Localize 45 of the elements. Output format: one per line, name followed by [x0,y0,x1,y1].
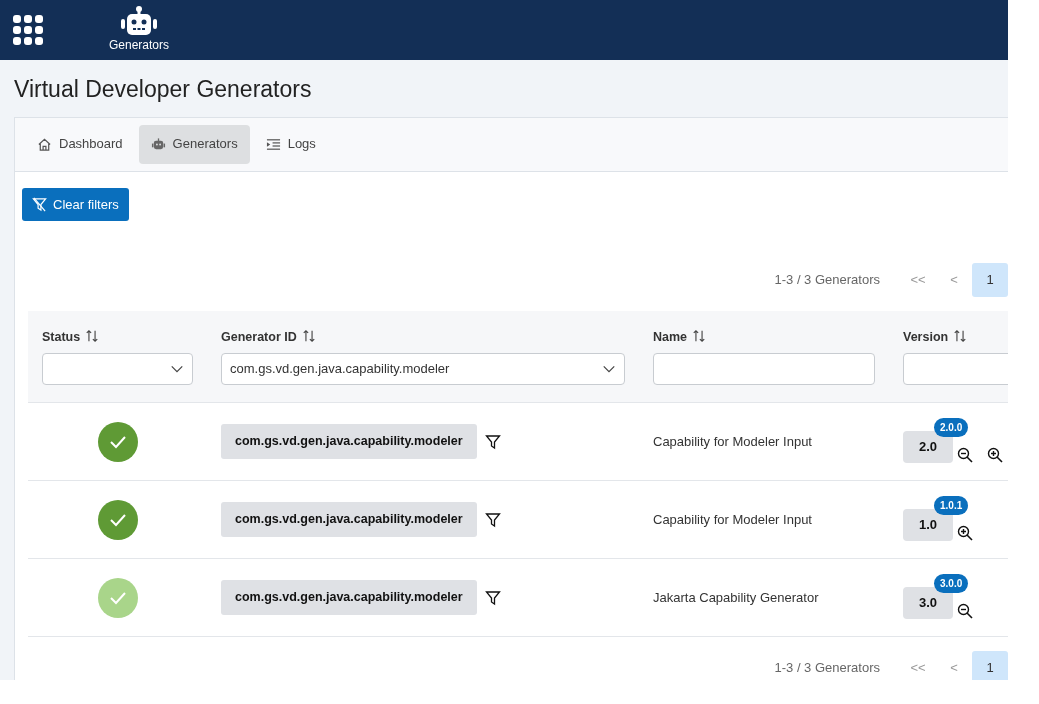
generators-nav-link[interactable]: Generators [109,6,170,54]
full-version-badge: 3.0.0 [934,573,969,593]
zoom-out-icon[interactable] [957,602,973,619]
generator-id-tag: com.gs.vd.gen.java.capability.modeler [221,424,477,459]
robot-icon [150,136,166,152]
column-header[interactable]: Generator ID [221,330,297,345]
column-header[interactable]: Version [903,330,949,345]
pagination-summary: 1-3 / 3 Generators [774,271,880,290]
column-header[interactable]: Status [42,330,81,345]
sort-icon [301,329,316,344]
nav-tab[interactable]: Dashboard [25,124,135,164]
pagination-summary: 1-3 / 3 Generators [774,659,880,678]
app-grid-icon[interactable] [13,15,43,45]
filter-off-icon [32,196,47,212]
nav-tab[interactable]: Logs [253,124,328,164]
version-tag: 3.0 [903,586,953,619]
generator-name: Capability for Modeler Input [652,511,812,527]
version-tag: 2.0 [903,430,953,463]
generator-id-tag: com.gs.vd.gen.java.capability.modeler [221,580,477,615]
sort-icon [953,329,968,344]
zoom-out-icon[interactable] [957,446,973,463]
nav-tab[interactable]: Generators [138,124,250,164]
indent-list-icon [265,136,281,152]
zoom-in-icon[interactable] [987,446,1003,463]
page-title: Virtual Developer Generators [14,76,313,104]
generator-name: Jakarta Capability Generator [652,589,819,605]
full-version-badge: 1.0.1 [934,495,969,515]
clear-filters-button[interactable]: Clear filters [22,187,129,222]
full-version-badge: 2.0.0 [934,417,969,437]
home-icon [37,136,52,152]
generator-id-tag: com.gs.vd.gen.java.capability.modeler [221,502,477,537]
filter-icon[interactable] [484,511,501,528]
generator-name: Capability for Modeler Input [652,433,812,449]
version-tag: 1.0 [903,508,953,541]
page-number-button[interactable]: 1 [972,651,1008,680]
sort-icon [85,329,100,344]
filter-dropdown[interactable]: com.gs.vd.gen.java.capability.modeler [221,352,625,385]
sort-icon [692,329,707,344]
robot-icon [120,6,158,36]
filter-input[interactable] [653,352,875,385]
zoom-in-icon[interactable] [957,524,973,541]
column-header[interactable]: Name [653,330,688,345]
page-number-button[interactable]: 1 [972,263,1008,298]
filter-icon[interactable] [484,433,501,450]
filter-icon[interactable] [484,589,501,606]
